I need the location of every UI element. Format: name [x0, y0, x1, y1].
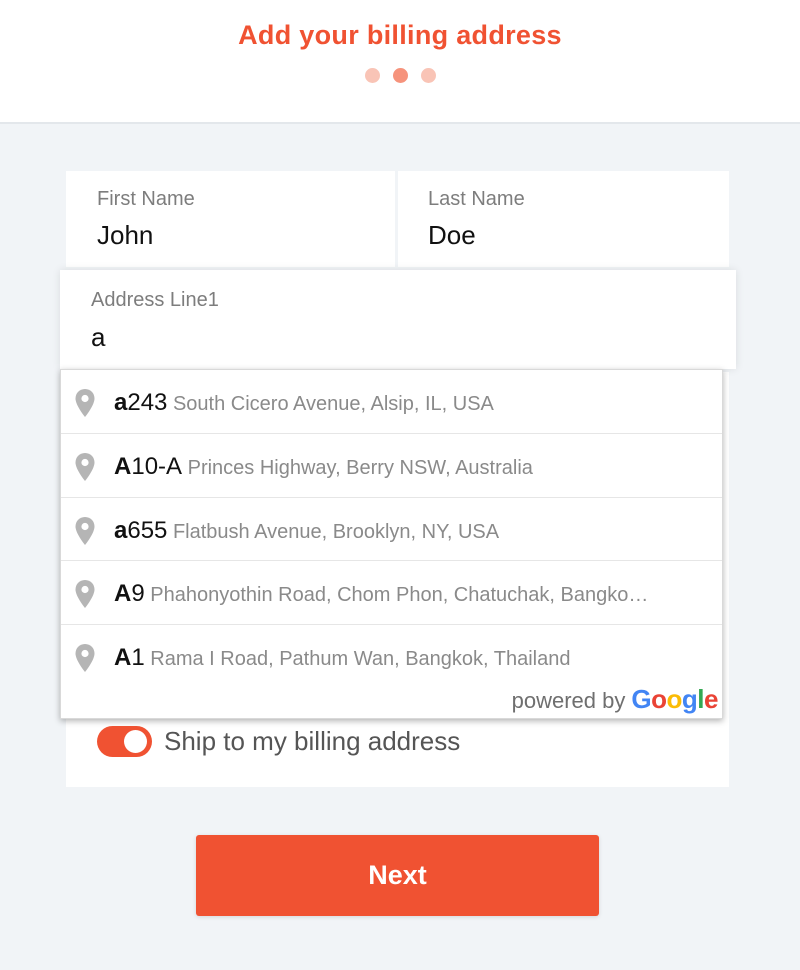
suggestion-item[interactable]: a243 South Cicero Avenue, Alsip, IL, USA — [61, 370, 722, 433]
header: Add your billing address — [0, 0, 800, 124]
ship-to-billing-label: Ship to my billing address — [164, 726, 461, 756]
map-pin-icon — [75, 453, 95, 481]
first-name-field[interactable]: First Name John — [66, 171, 395, 267]
suggestion-match: A — [114, 580, 132, 607]
address-line1-label: Address Line1 — [91, 289, 219, 311]
last-name-field[interactable]: Last Name Doe — [398, 171, 729, 267]
step-indicator — [0, 68, 800, 83]
step-dot-1 — [364, 68, 380, 83]
last-name-input[interactable]: Doe — [428, 220, 476, 251]
suggestion-main: 655 — [127, 517, 168, 544]
suggestion-text: A9 Phahonyothin Road, Chom Phon, Chatuch… — [114, 580, 714, 608]
step-dot-2-active — [392, 68, 408, 83]
suggestion-text: a655 Flatbush Avenue, Brooklyn, NY, USA — [114, 517, 714, 545]
first-name-label: First Name — [97, 188, 195, 210]
suggestion-secondary: Phahonyothin Road, Chom Phon, Chatuchak,… — [150, 584, 649, 606]
suggestion-item[interactable]: A9 Phahonyothin Road, Chom Phon, Chatuch… — [61, 560, 722, 623]
powered-by-google: powered by Google — [511, 684, 719, 715]
map-pin-icon — [75, 644, 95, 672]
suggestion-text: A1 Rama I Road, Pathum Wan, Bangkok, Tha… — [114, 644, 714, 672]
suggestion-match: A — [114, 644, 132, 671]
suggestion-item[interactable]: a655 Flatbush Avenue, Brooklyn, NY, USA — [61, 497, 722, 560]
last-name-label: Last Name — [428, 188, 525, 210]
suggestion-main: 10-A — [131, 453, 183, 480]
suggestion-secondary: Rama I Road, Pathum Wan, Bangkok, Thaila… — [150, 648, 571, 670]
suggestion-match: a — [114, 517, 128, 544]
step-dot-3 — [420, 68, 436, 83]
suggestion-item[interactable]: A10-A Princes Highway, Berry NSW, Austra… — [61, 433, 722, 496]
suggestion-secondary: South Cicero Avenue, Alsip, IL, USA — [172, 393, 494, 415]
suggestion-match: a — [114, 389, 128, 416]
google-logo: Google — [631, 684, 718, 714]
map-pin-icon — [75, 517, 95, 545]
toggle-knob — [124, 730, 147, 753]
map-pin-icon — [75, 580, 95, 608]
address-line1-input[interactable]: a — [91, 322, 105, 353]
address-suggestions-dropdown: a243 South Cicero Avenue, Alsip, IL, USA… — [60, 369, 723, 719]
suggestion-item[interactable]: A1 Rama I Road, Pathum Wan, Bangkok, Tha… — [61, 624, 722, 687]
next-button[interactable]: Next — [196, 835, 599, 916]
page-title: Add your billing address — [238, 20, 562, 50]
address-line1-field[interactable]: Address Line1 a — [60, 270, 736, 369]
first-name-input[interactable]: John — [97, 220, 153, 251]
suggestion-main: 1 — [131, 644, 145, 671]
map-pin-icon — [75, 389, 95, 417]
suggestion-text: a243 South Cicero Avenue, Alsip, IL, USA — [114, 389, 714, 417]
suggestion-main: 9 — [131, 580, 145, 607]
suggestion-match: A — [114, 453, 132, 480]
powered-by-text: powered by — [511, 688, 626, 713]
ship-to-billing-toggle[interactable] — [97, 726, 152, 757]
suggestion-text: A10-A Princes Highway, Berry NSW, Austra… — [114, 453, 714, 481]
suggestion-main: 243 — [127, 389, 168, 416]
suggestion-secondary: Princes Highway, Berry NSW, Australia — [187, 457, 533, 479]
suggestion-secondary: Flatbush Avenue, Brooklyn, NY, USA — [172, 521, 500, 543]
